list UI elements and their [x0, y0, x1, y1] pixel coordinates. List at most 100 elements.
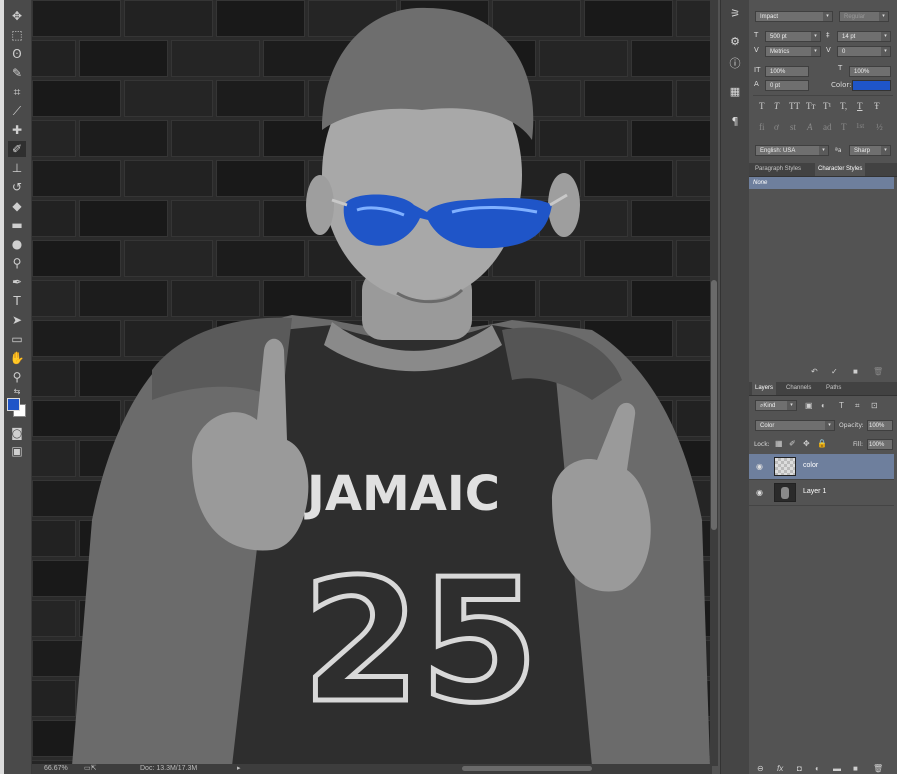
stamp-icon[interactable]: ⊥ — [8, 160, 26, 176]
lasso-icon[interactable]: ʘ — [8, 46, 26, 62]
marquee-icon[interactable]: ⬚ — [8, 27, 26, 43]
foreground-color-swatch[interactable] — [7, 398, 20, 411]
clear-override-icon[interactable]: ↶ — [811, 367, 818, 376]
dodge-icon[interactable]: ⚲ — [8, 255, 26, 271]
chevron-down-icon: ▾ — [823, 12, 832, 21]
new-group-icon[interactable]: ▬ — [833, 764, 841, 773]
vertical-scroll-thumb[interactable] — [711, 280, 717, 530]
titling-alt-button[interactable]: ad — [823, 122, 832, 132]
old-style-button[interactable]: ơ — [774, 122, 779, 132]
layer-row-color[interactable]: ◉ color — [749, 454, 894, 480]
vertical-scrollbar[interactable] — [710, 0, 718, 766]
zoom-icon[interactable]: ⚲ — [8, 369, 26, 385]
filter-pixel-icon[interactable]: ▣ — [805, 401, 813, 410]
text-color-swatch[interactable] — [852, 80, 891, 91]
document-canvas[interactable]: JAMAIC 25 — [32, 0, 710, 766]
ordinal-st-button[interactable]: 1st — [856, 122, 864, 130]
blend-mode-select[interactable]: Color ▾ — [755, 420, 835, 431]
new-style-icon[interactable]: ■ — [853, 367, 858, 376]
visibility-eye-icon[interactable]: ◉ — [756, 462, 765, 471]
tracking-field[interactable]: 0 ▾ — [837, 46, 891, 57]
history-brush-icon[interactable]: ↺ — [8, 179, 26, 195]
font-style-select[interactable]: Regular ▾ — [839, 11, 889, 22]
quick-mask-icon[interactable]: ◙ — [8, 425, 26, 441]
vertical-scale-field[interactable]: 100% — [765, 66, 809, 77]
hand-icon[interactable]: ✋ — [8, 350, 26, 366]
kerning-field[interactable]: Metrics ▾ — [765, 46, 821, 57]
language-select[interactable]: English: USA ▾ — [755, 145, 829, 156]
font-size-field[interactable]: 500 pt ▾ — [765, 31, 821, 42]
superscript-button[interactable]: T¹ — [823, 101, 831, 111]
pen-icon[interactable]: ✒ — [8, 274, 26, 290]
all-caps-button[interactable]: TT — [789, 101, 800, 111]
lock-transparent-icon[interactable]: ▦ — [775, 439, 783, 448]
leading-field[interactable]: 14 pt ▾ — [837, 31, 891, 42]
ligature-button[interactable]: fi — [759, 122, 765, 132]
layer-name[interactable]: color — [803, 462, 818, 469]
layer-style-icon[interactable]: fx — [777, 764, 783, 773]
grid-panel-icon[interactable]: ▦ — [727, 84, 743, 100]
filter-adjustment-icon[interactable]: ◐ — [821, 401, 826, 410]
delete-layer-icon[interactable]: 🗑 — [873, 764, 883, 773]
tab-character-styles[interactable]: Character Styles — [815, 163, 866, 176]
font-family-select[interactable]: Impact ▾ — [755, 11, 833, 22]
faux-italic-button[interactable]: T — [774, 101, 779, 111]
eyedropper-icon[interactable]: ⟋ — [8, 103, 26, 119]
adjustment-layer-icon[interactable]: ◐ — [815, 764, 820, 773]
filter-smart-icon[interactable]: ⊡ — [871, 401, 878, 410]
paragraph-panel-icon[interactable]: ¶ — [727, 114, 743, 130]
share-icon[interactable]: ▭⇱ — [84, 764, 96, 774]
faux-bold-button[interactable]: T — [759, 101, 765, 111]
small-caps-button[interactable]: Tт — [806, 101, 815, 111]
fractions-button[interactable]: ½ — [876, 122, 883, 132]
horizontal-scale-field[interactable]: 100% — [849, 66, 891, 77]
status-arrow-icon[interactable]: ▸ — [237, 764, 241, 774]
ordinals-button[interactable]: T — [841, 122, 847, 132]
screen-mode-icon[interactable]: ▣ — [8, 443, 26, 459]
spot-heal-icon[interactable]: ✚ — [8, 122, 26, 138]
underline-button[interactable]: T — [857, 101, 863, 111]
gradient-icon[interactable]: ▬ — [8, 217, 26, 233]
new-layer-icon[interactable]: ■ — [853, 764, 858, 773]
delete-style-icon[interactable]: 🗑 — [873, 367, 883, 376]
move-icon[interactable]: ✥ — [8, 8, 26, 24]
type-icon[interactable]: T — [8, 293, 26, 309]
rectangle-icon[interactable]: ▭ — [8, 331, 26, 347]
eraser-icon[interactable]: ◆ — [8, 198, 26, 214]
tab-paragraph-styles[interactable]: Paragraph Styles — [752, 163, 804, 176]
crop-icon[interactable]: ⌗ — [8, 84, 26, 100]
lock-image-icon[interactable]: ✐ — [789, 439, 796, 448]
fill-field[interactable]: 100% — [867, 439, 893, 450]
tab-channels[interactable]: Channels — [783, 382, 814, 395]
brush-icon[interactable]: ✐ — [8, 141, 26, 157]
strikethrough-button[interactable]: Ŧ — [874, 101, 880, 111]
tab-layers[interactable]: Layers — [752, 382, 777, 395]
filter-shape-icon[interactable]: ⌗ — [855, 401, 860, 411]
add-mask-icon[interactable]: ◘ — [797, 764, 802, 773]
antialias-select[interactable]: Sharp ▾ — [849, 145, 891, 156]
style-list-item-none[interactable]: None — [749, 177, 894, 189]
opacity-field[interactable]: 100% — [867, 420, 893, 431]
baseline-shift-field[interactable]: 0 pt — [765, 80, 809, 91]
lock-position-icon[interactable]: ✥ — [803, 439, 810, 448]
layer-row-layer1[interactable]: ◉ Layer 1 — [749, 480, 894, 506]
tab-paths[interactable]: Paths — [823, 382, 844, 395]
zoom-level[interactable]: 66.67% — [44, 764, 68, 774]
lock-all-icon[interactable]: 🔒 — [817, 439, 827, 448]
info-panel-icon[interactable]: ⓘ — [727, 56, 743, 72]
visibility-eye-icon[interactable]: ◉ — [756, 488, 765, 497]
quick-select-icon[interactable]: ✎ — [8, 65, 26, 81]
history-panel-icon[interactable]: ⚞ — [727, 6, 743, 22]
swash-button[interactable]: st — [790, 122, 796, 132]
layer-name[interactable]: Layer 1 — [803, 488, 826, 495]
horizontal-scroll-thumb[interactable] — [462, 766, 592, 771]
filter-type-icon[interactable]: T — [839, 401, 844, 410]
blur-icon[interactable]: ● — [8, 236, 26, 252]
subscript-button[interactable]: T, — [840, 101, 847, 111]
path-select-icon[interactable]: ➤ — [8, 312, 26, 328]
commit-icon[interactable]: ✓ — [831, 367, 838, 376]
stylistic-alt-button[interactable]: A — [807, 122, 813, 132]
layer-filter-kind[interactable]: ⌕Kind ▾ — [755, 400, 797, 411]
adjustments-panel-icon[interactable]: ⚙ — [727, 34, 743, 50]
link-layers-icon[interactable]: ⊖ — [757, 764, 764, 773]
